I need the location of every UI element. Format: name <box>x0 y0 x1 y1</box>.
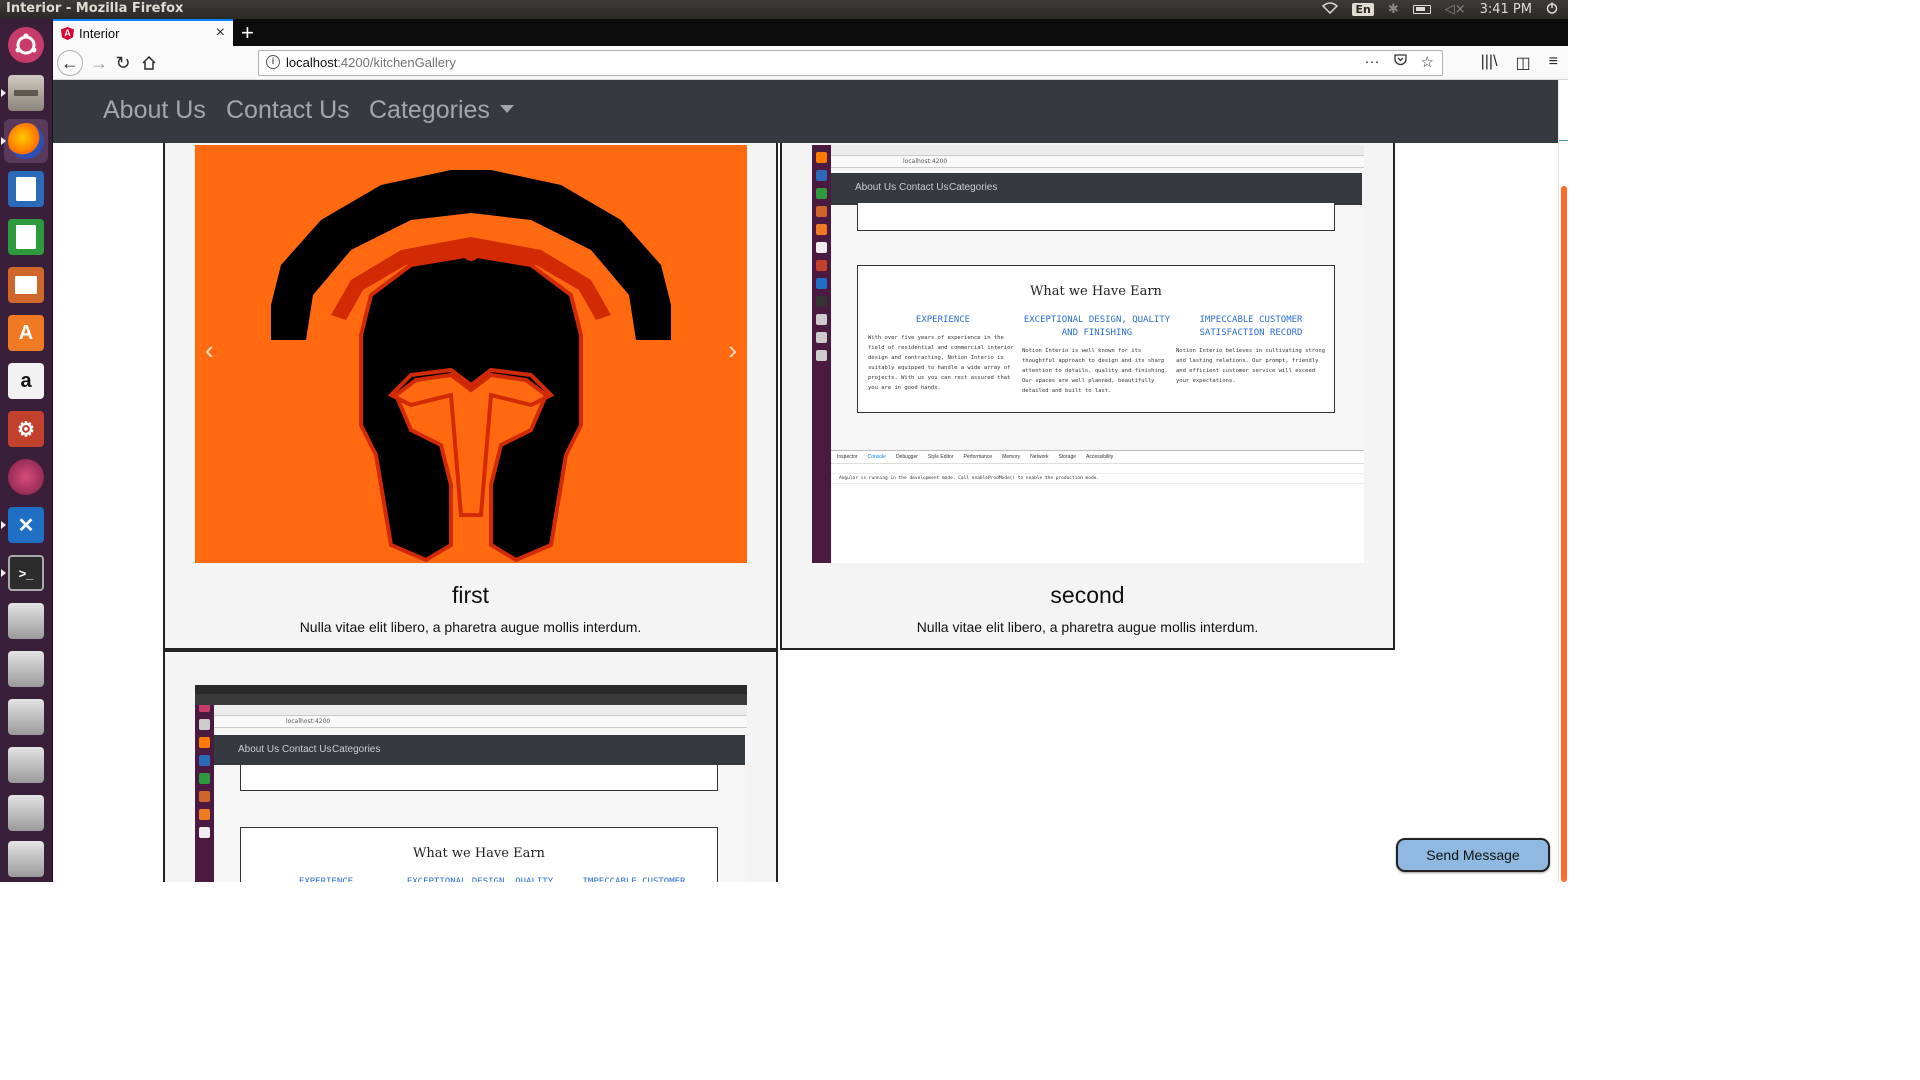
nav-contact-us[interactable]: Contact Us <box>226 96 350 125</box>
shot-urlbar: localhost:4200 <box>831 157 1364 168</box>
ubuntu-dash-icon[interactable] <box>4 23 48 67</box>
gallery-card-third: localhost:4200 About Us Contact Us Categ… <box>163 650 778 882</box>
terminal-icon[interactable]: >_ <box>1 551 48 595</box>
shot-tabs <box>831 145 1364 156</box>
app-icon[interactable] <box>4 455 48 499</box>
reload-button[interactable]: ↻ <box>111 51 135 75</box>
carousel-next-button[interactable]: › <box>728 335 737 366</box>
bluetooth-icon[interactable]: ✱ <box>1388 2 1399 17</box>
url-text: localhost:4200/kitchenGallery <box>286 55 456 70</box>
card-title: second <box>1050 582 1125 608</box>
browser-tab-strip: A Interior × + <box>53 19 1568 46</box>
vscode-icon[interactable]: ✕ <box>1 503 48 547</box>
library-icon[interactable]: |||\ <box>1481 53 1498 73</box>
card-title: first <box>451 582 490 608</box>
tab-label: Interior <box>79 26 120 41</box>
shot-launcher <box>812 145 831 563</box>
app-navbar: About Us Contact Us Categories <box>53 80 1558 143</box>
back-button[interactable]: ← <box>57 50 83 76</box>
writer-icon[interactable] <box>4 167 48 211</box>
keyboard-layout-indicator[interactable]: En <box>1352 3 1374 16</box>
drive-icon[interactable] <box>4 743 48 787</box>
gallery-card-second: localhost:4200 About Us Contact Us Categ… <box>780 120 1395 650</box>
impress-icon[interactable] <box>4 263 48 307</box>
drive-icon[interactable] <box>4 791 48 835</box>
amazon-icon[interactable]: a <box>4 359 48 403</box>
send-message-button[interactable]: Send Message <box>1396 838 1550 872</box>
pocket-icon[interactable] <box>1393 53 1407 71</box>
card-text: Nulla vitae elit libero, a pharetra augu… <box>299 619 642 635</box>
system-settings-icon[interactable]: ⚙ <box>4 407 48 451</box>
forward-button[interactable]: → <box>87 51 111 75</box>
close-tab-icon[interactable]: × <box>216 24 225 42</box>
wifi-icon[interactable] <box>1322 1 1339 18</box>
power-icon[interactable] <box>1546 2 1558 18</box>
shot-nav: About Us Contact Us Categories <box>831 173 1362 205</box>
gallery-card-first: ‹ › first Nulla vitae elit libero, a pha… <box>163 120 778 650</box>
caret-down-icon <box>499 105 514 113</box>
ubuntu-launcher: A a ⚙ ✕ >_ <box>0 19 53 882</box>
scrollbar-thumb[interactable] <box>1561 186 1567 882</box>
drive-icon[interactable] <box>4 599 48 643</box>
firefox-icon[interactable] <box>1 119 48 163</box>
page-actions-icon[interactable]: ··· <box>1365 53 1380 71</box>
volume-icon[interactable]: ◁× <box>1445 2 1466 17</box>
calc-icon[interactable] <box>4 215 48 259</box>
menu-icon[interactable]: ≡ <box>1549 53 1558 73</box>
tab-interior[interactable]: A Interior × <box>53 19 233 46</box>
bookmark-star-icon[interactable]: ☆ <box>1421 53 1434 71</box>
drive-icon[interactable] <box>4 647 48 691</box>
site-info-icon[interactable]: i <box>266 55 280 69</box>
software-center-icon[interactable]: A <box>4 311 48 355</box>
sidebar-icon[interactable]: ◫ <box>1516 53 1531 73</box>
system-tray: En ✱ ◁× 3:41 PM <box>1322 0 1558 19</box>
files-icon[interactable] <box>1 71 48 115</box>
shot-earn-box: What we Have Earn EXPERIENCE With over f… <box>857 265 1335 413</box>
browser-toolbar: ← → ↻ i localhost:4200/kitchenGallery ··… <box>53 46 1568 80</box>
clock[interactable]: 3:41 PM <box>1480 2 1532 17</box>
card-text: Nulla vitae elit libero, a pharetra augu… <box>916 619 1259 635</box>
system-top-bar: Interior - Mozilla Firefox En ✱ ◁× 3:41 … <box>0 0 1568 19</box>
page-viewport: ‹ › first Nulla vitae elit libero, a pha… <box>53 80 1568 882</box>
shot-devtools: Inspector Console Debugger Style Editor Perf… <box>831 450 1364 563</box>
nav-about-us[interactable]: About Us <box>103 96 206 125</box>
home-button[interactable] <box>137 51 161 75</box>
page-scrollbar[interactable] <box>1558 80 1568 882</box>
battery-icon[interactable] <box>1412 5 1431 14</box>
trash-icon[interactable] <box>4 837 48 881</box>
carousel-image-screenshot[interactable]: localhost:4200 About Us Contact Us Categ… <box>195 685 747 882</box>
carousel-prev-button[interactable]: ‹ <box>205 335 214 366</box>
nav-categories-dropdown[interactable]: Categories <box>369 96 514 125</box>
drive-icon[interactable] <box>4 695 48 739</box>
carousel-image-screenshot[interactable]: localhost:4200 About Us Contact Us Categ… <box>812 145 1364 563</box>
carousel-image-helmet[interactable]: ‹ › <box>195 145 747 563</box>
url-bar[interactable]: i localhost:4200/kitchenGallery ··· ☆ <box>258 50 1443 76</box>
angular-favicon-icon: A <box>61 27 74 40</box>
spartan-helmet-icon <box>271 170 671 563</box>
new-tab-button[interactable]: + <box>241 20 254 46</box>
window-title: Interior - Mozilla Firefox <box>6 1 184 16</box>
